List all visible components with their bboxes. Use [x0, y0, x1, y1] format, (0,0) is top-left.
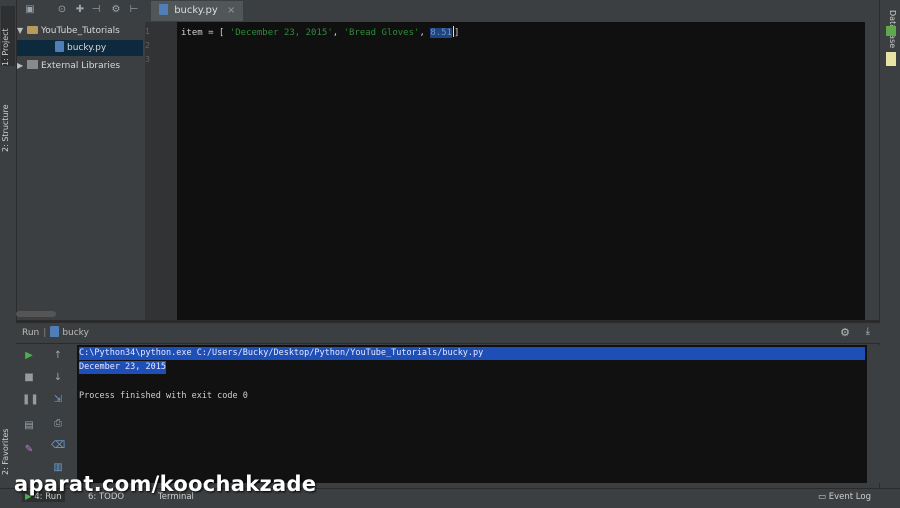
settings-icon[interactable]: ⚙: [110, 4, 122, 16]
collapse-arrow-icon[interactable]: ▶: [17, 58, 27, 74]
console-line: Process finished with exit code 0: [79, 391, 248, 401]
sync-icon[interactable]: ⊙: [56, 4, 68, 16]
line-number: 2: [145, 41, 151, 50]
run-config-label: bucky: [62, 328, 89, 338]
collapse-all-icon[interactable]: ⊣: [90, 4, 102, 16]
code-line[interactable]: item = [ 'December 23, 2015', 'Bread Glo…: [181, 26, 459, 38]
editor-tab-bar: bucky.py ×: [145, 0, 865, 23]
stop-icon[interactable]: ■: [22, 372, 36, 384]
right-tool-strip: Database: [879, 0, 900, 507]
folder-icon: [27, 26, 38, 34]
restore-layout-icon[interactable]: ▤: [22, 420, 36, 432]
print-icon[interactable]: ⎙: [51, 418, 65, 430]
tree-item-root[interactable]: ▼ YouTube_Tutorials: [17, 23, 145, 39]
tree-item-bucky-py[interactable]: bucky.py: [17, 40, 143, 56]
view-options-icon[interactable]: ▣: [24, 4, 36, 16]
editor-gutter: 1 2 3: [145, 22, 177, 322]
tab-label: bucky.py: [174, 5, 218, 16]
pause-icon[interactable]: ❚❚: [22, 394, 39, 406]
code-prefix: item = [: [181, 28, 230, 38]
run-toolbar: ▶ ■ ❚❚ ▤ ✎ ↑ ↓ ⇲ ⎙ ⌫ ▥: [16, 344, 76, 488]
project-tool-tab[interactable]: 1: Project: [1, 6, 15, 66]
event-log-tab[interactable]: ▭ Event Log: [818, 492, 871, 502]
scroll-up-icon[interactable]: ↑: [51, 350, 65, 362]
tree-item-label: YouTube_Tutorials: [41, 26, 120, 36]
tree-item-label: External Libraries: [41, 61, 121, 71]
run-label: Run: [22, 328, 40, 338]
console-scrollbar[interactable]: [867, 345, 880, 483]
settings-gear-icon[interactable]: ⚙: [840, 326, 850, 339]
code-separator: ,: [419, 28, 431, 38]
console-line: December 23, 2015: [79, 361, 166, 374]
tree-item-libraries[interactable]: ▶ External Libraries: [17, 58, 145, 74]
code-suffix: ]: [453, 28, 460, 38]
code-editor[interactable]: item = [ 'December 23, 2015', 'Bread Glo…: [177, 22, 865, 320]
expand-all-icon[interactable]: ✚: [74, 4, 86, 16]
hide-panel-icon[interactable]: ⤓: [866, 326, 870, 337]
code-string: 'Bread Gloves': [343, 28, 420, 38]
code-separator: ,: [332, 28, 344, 38]
run-panel-title: Run | bucky: [22, 326, 89, 338]
line-number: 1: [145, 27, 151, 36]
tab-bucky-py[interactable]: bucky.py ×: [151, 1, 244, 21]
tree-item-label: bucky.py: [67, 43, 107, 53]
close-tab-icon[interactable]: ×: [227, 5, 235, 16]
code-number-selected: 8.51: [430, 28, 452, 38]
libraries-icon: [27, 60, 38, 69]
hide-panel-icon[interactable]: ⊢: [128, 4, 140, 16]
watermark-text: aparat.com/koochakzade: [14, 472, 317, 496]
run-panel-header: Run | bucky ⚙ ⤓: [16, 323, 880, 344]
tab-label: Event Log: [828, 492, 871, 502]
soft-wrap-icon[interactable]: ⇲: [51, 394, 65, 406]
pin-icon[interactable]: ✎: [22, 444, 36, 456]
expand-arrow-icon[interactable]: ▼: [17, 23, 27, 39]
event-log-icon: ▭: [818, 492, 827, 502]
scroll-down-icon[interactable]: ↓: [51, 372, 65, 384]
structure-tool-tab[interactable]: 2: Structure: [1, 86, 15, 152]
run-console[interactable]: C:\Python34\python.exe C:/Users/Bucky/De…: [77, 345, 867, 483]
code-string: 'December 23, 2015': [229, 28, 333, 38]
python-file-icon: [159, 4, 168, 15]
favorites-tool-tab[interactable]: 2: Favorites: [1, 405, 15, 475]
python-file-icon: [50, 326, 60, 337]
project-toolbar: ▣ ⊙ ✚ ⊣ ⚙ ⊢: [18, 0, 144, 23]
clear-icon[interactable]: ⌫: [51, 440, 65, 452]
status-ok-icon: [886, 26, 896, 36]
line-number: 3: [145, 55, 151, 64]
marker-icon: [886, 52, 896, 66]
project-tree: ▼ YouTube_Tutorials bucky.py ▶ External Li…: [17, 22, 145, 322]
console-line: C:\Python34\python.exe C:/Users/Bucky/De…: [79, 347, 865, 360]
left-tool-strip: 1: Project 2: Structure 2: Favorites: [0, 0, 17, 507]
python-file-icon: [55, 41, 64, 52]
rerun-icon[interactable]: ▶: [22, 350, 36, 362]
horizontal-scrollbar[interactable]: [16, 311, 56, 317]
